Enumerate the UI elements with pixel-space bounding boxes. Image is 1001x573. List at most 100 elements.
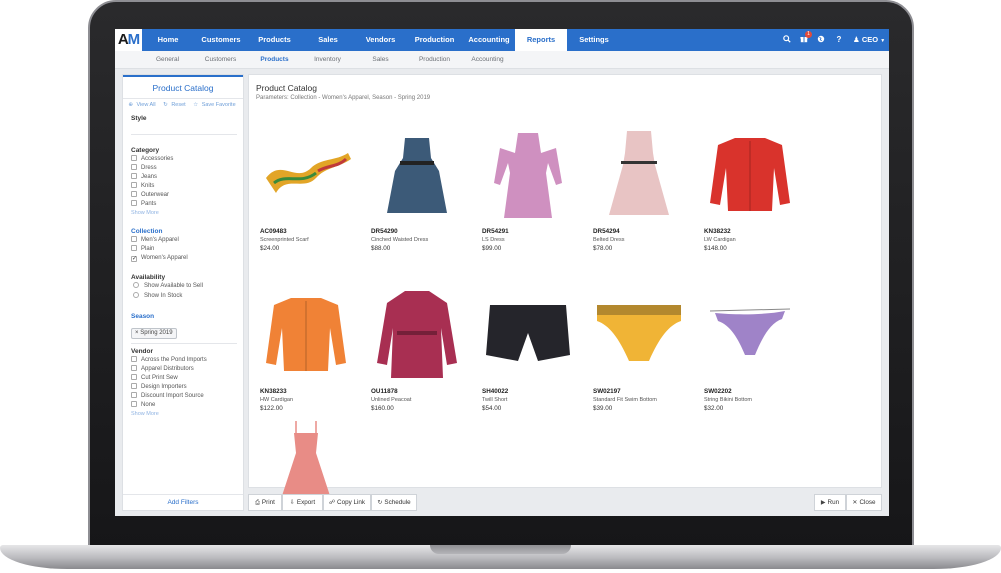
option-label: Show In Stock: [144, 293, 183, 299]
subnav-customers[interactable]: Customers: [198, 51, 243, 69]
nav-settings[interactable]: Settings: [574, 29, 614, 51]
search-icon[interactable]: [780, 29, 794, 51]
run-label: Run: [827, 499, 840, 506]
option-label: Apparel Distributors: [141, 366, 194, 372]
checkbox[interactable]: [131, 392, 137, 398]
vendor-option[interactable]: Apparel Distributors: [131, 365, 194, 374]
product-code: KN38233: [260, 388, 287, 395]
checkbox[interactable]: [131, 236, 137, 242]
radio[interactable]: [133, 292, 139, 298]
nav-reports[interactable]: Reports: [515, 29, 567, 51]
reset-link[interactable]: ↻ Reset: [163, 102, 188, 108]
product-code: SW02202: [704, 388, 732, 395]
category-option[interactable]: Outerwear: [131, 191, 169, 200]
app-logo[interactable]: AM: [115, 29, 142, 51]
option-label: Outerwear: [141, 192, 170, 198]
checkbox[interactable]: [131, 164, 137, 170]
subnav-accounting[interactable]: Accounting: [465, 51, 510, 69]
print-button[interactable]: ⎙ Print: [248, 494, 282, 511]
product-name: HW Cardigan: [260, 397, 294, 403]
subnav-general[interactable]: General: [145, 51, 190, 69]
checkbox[interactable]: [131, 245, 137, 251]
checkbox[interactable]: [131, 374, 137, 380]
reset-label: Reset: [171, 102, 186, 108]
help-icon[interactable]: ?: [832, 29, 846, 51]
cardigan-icon: [710, 138, 790, 211]
vendor-option[interactable]: Cut Print Sew: [131, 374, 178, 383]
close-icon: ✕: [852, 500, 858, 506]
user-label: CEO: [861, 35, 879, 44]
season-chip[interactable]: × Spring 2019: [131, 328, 177, 339]
nav-production[interactable]: Production: [412, 29, 457, 51]
availability-option[interactable]: Show Available to Sell: [131, 282, 203, 291]
remove-icon[interactable]: ×: [135, 330, 139, 336]
run-button[interactable]: ▶ Run: [814, 494, 846, 511]
add-filters-button[interactable]: Add Filters: [123, 494, 243, 510]
report-panel: Product Catalog Parameters: Collection -…: [248, 74, 882, 508]
checkbox[interactable]: [131, 383, 137, 389]
product-code: OU11878: [371, 388, 398, 395]
export-button[interactable]: ⇩ Export: [282, 494, 323, 511]
notification-badge: 1: [805, 31, 812, 38]
nav-home[interactable]: Home: [148, 29, 188, 51]
view-all-link[interactable]: ⊕ View All: [128, 102, 157, 108]
category-show-more-link[interactable]: Show More: [131, 210, 159, 216]
nav-accounting[interactable]: Accounting: [466, 29, 512, 51]
season-divider: [131, 343, 237, 344]
subnav-sales[interactable]: Sales: [358, 51, 403, 69]
schedule-button[interactable]: ↻ Schedule: [371, 494, 417, 511]
checkbox[interactable]: [131, 173, 137, 179]
print-icon: ⎙: [255, 500, 260, 506]
checkbox[interactable]: [131, 191, 137, 197]
bikini-icon: [709, 308, 791, 355]
vendor-option[interactable]: None: [131, 401, 155, 410]
coat-icon: [377, 291, 457, 378]
vendor-show-more-link[interactable]: Show More: [131, 411, 159, 417]
category-option[interactable]: Dress: [131, 164, 157, 173]
belted-dress-icon: [609, 131, 669, 215]
availability-label: Availability: [131, 274, 166, 281]
checkbox[interactable]: [131, 200, 137, 206]
category-option[interactable]: Accessories: [131, 155, 173, 164]
product-name: Twill Short: [482, 397, 508, 403]
copy-link-button[interactable]: ☍ Copy Link: [323, 494, 371, 511]
radio[interactable]: [133, 282, 139, 288]
availability-option[interactable]: Show In Stock: [131, 292, 182, 301]
sub-nav: General Customers Products Inventory Sal…: [115, 51, 889, 69]
category-option[interactable]: Pants: [131, 200, 156, 209]
link-icon: ☍: [328, 500, 336, 506]
scarf-icon: [266, 153, 351, 193]
vendor-option[interactable]: Design Importers: [131, 383, 187, 392]
report-parameters: Parameters: Collection - Women's Apparel…: [256, 95, 431, 101]
save-favorite-link[interactable]: ☆ Save Favorite: [193, 102, 237, 108]
checkbox[interactable]: [131, 356, 137, 362]
product-name: Unlined Peacoat: [371, 397, 412, 403]
nav-customers[interactable]: Customers: [195, 29, 247, 51]
collection-option[interactable]: Plain: [131, 245, 154, 254]
globe-icon[interactable]: [814, 29, 828, 51]
subnav-inventory[interactable]: Inventory: [305, 51, 350, 69]
checkbox[interactable]: [131, 182, 137, 188]
category-option[interactable]: Jeans: [131, 173, 157, 182]
product-name: Belted Dress: [593, 237, 625, 243]
close-button[interactable]: ✕ Close: [846, 494, 882, 511]
collection-option[interactable]: Men's Apparel: [131, 236, 179, 245]
category-option[interactable]: Knits: [131, 182, 154, 191]
option-label: Men's Apparel: [141, 237, 179, 243]
checkbox[interactable]: [131, 401, 137, 407]
subnav-products[interactable]: Products: [252, 51, 297, 69]
nav-vendors[interactable]: Vendors: [358, 29, 403, 51]
vendor-option[interactable]: Discount Import Source: [131, 392, 204, 401]
product-code: DR54291: [482, 228, 509, 235]
collection-option[interactable]: ✓ Women's Apparel: [131, 254, 188, 263]
nav-products[interactable]: Products: [252, 29, 297, 51]
checkbox[interactable]: [131, 155, 137, 161]
user-menu[interactable]: ♟ CEO ▼: [853, 29, 885, 51]
close-label: Close: [859, 499, 876, 506]
subnav-production[interactable]: Production: [412, 51, 457, 69]
checkbox[interactable]: [131, 365, 137, 371]
checkbox-checked[interactable]: ✓: [131, 256, 137, 262]
nav-sales[interactable]: Sales: [308, 29, 348, 51]
vendor-option[interactable]: Across the Pond Imports: [131, 356, 207, 365]
sidebar-actions: ⊕ View All ↻ Reset ☆ Save Favorite: [123, 102, 243, 108]
